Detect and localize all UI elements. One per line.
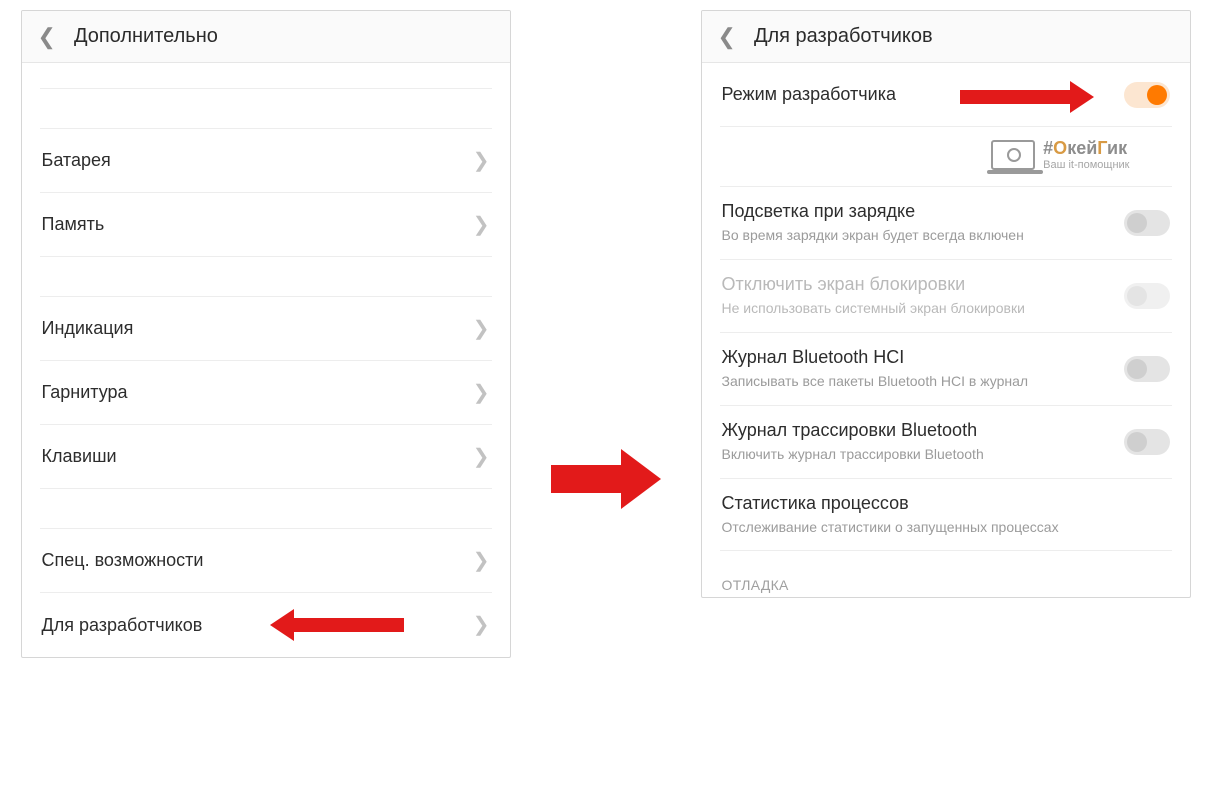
- chevron-right-icon: ❯: [473, 383, 490, 403]
- section-gap: [40, 257, 492, 297]
- row-battery[interactable]: Батарея ❯: [40, 129, 492, 193]
- section-gap: [40, 489, 492, 529]
- row-label: Спец. возможности: [42, 550, 459, 571]
- page-title: Для разработчиков: [754, 25, 933, 48]
- chevron-right-icon: ❯: [473, 319, 490, 339]
- row-charging-backlight[interactable]: Подсветка при зарядке Во время зарядки э…: [720, 187, 1172, 260]
- annotation-arrow-right-icon: [960, 81, 1094, 113]
- back-icon[interactable]: ❮: [38, 26, 56, 48]
- chevron-right-icon: ❯: [473, 215, 490, 235]
- header: ❮ Для разработчиков: [702, 11, 1190, 63]
- row-subtitle: Включить журнал трассировки Bluetooth: [722, 445, 1110, 464]
- row-label: Подсветка при зарядке: [722, 201, 1110, 222]
- back-icon[interactable]: ❮: [718, 26, 736, 48]
- settings-advanced-screen: ❮ Дополнительно Батарея ❯ Память ❯ Индик…: [21, 10, 511, 658]
- row-label: Статистика процессов: [722, 493, 1156, 514]
- row-subtitle: Не использовать системный экран блокиров…: [722, 299, 1110, 318]
- section-gap: [40, 89, 492, 129]
- annotation-arrow-center-icon: [551, 449, 661, 509]
- row-bluetooth-hci-log[interactable]: Журнал Bluetooth HCI Записывать все паке…: [720, 333, 1172, 406]
- row-disable-lockscreen: Отключить экран блокировки Не использова…: [720, 260, 1172, 333]
- section-header-debug: ОТЛАДКА: [720, 551, 1172, 597]
- row-bluetooth-trace-log[interactable]: Журнал трассировки Bluetooth Включить жу…: [720, 406, 1172, 479]
- chevron-right-icon: ❯: [473, 615, 490, 635]
- row-label: Журнал Bluetooth HCI: [722, 347, 1110, 368]
- row-subtitle: Записывать все пакеты Bluetooth HCI в жу…: [722, 372, 1110, 391]
- toggle-switch[interactable]: [1124, 429, 1170, 455]
- row-subtitle: Отслеживание статистики о запущенных про…: [722, 518, 1156, 537]
- row-label: Гарнитура: [42, 382, 459, 403]
- row-memory[interactable]: Память ❯: [40, 193, 492, 257]
- row-label: Отключить экран блокировки: [722, 274, 1110, 295]
- row-keys[interactable]: Клавиши ❯: [40, 425, 492, 489]
- row-label: Индикация: [42, 318, 459, 339]
- row-label: Журнал трассировки Bluetooth: [722, 420, 1110, 441]
- row-indication[interactable]: Индикация ❯: [40, 297, 492, 361]
- annotation-arrow-left-icon: [270, 609, 404, 641]
- row-headset[interactable]: Гарнитура ❯: [40, 361, 492, 425]
- toggle-switch[interactable]: [1124, 356, 1170, 382]
- row-process-stats[interactable]: Статистика процессов Отслеживание статис…: [720, 479, 1172, 552]
- toggle-switch: [1124, 283, 1170, 309]
- row-label: Клавиши: [42, 446, 459, 467]
- chevron-right-icon: ❯: [473, 447, 490, 467]
- list-cutoff: [40, 63, 492, 89]
- toggle-switch[interactable]: [1124, 210, 1170, 236]
- row-developer-options[interactable]: Для разработчиков ❯: [40, 593, 492, 657]
- header: ❮ Дополнительно: [22, 11, 510, 63]
- row-label: Память: [42, 214, 459, 235]
- chevron-right-icon: ❯: [473, 151, 490, 171]
- row-developer-mode[interactable]: Режим разработчика: [720, 63, 1172, 127]
- toggle-switch[interactable]: [1124, 82, 1170, 108]
- page-title: Дополнительно: [74, 25, 218, 48]
- developer-options-screen: ❮ Для разработчиков #ОкейГик Ваш it-помо…: [701, 10, 1191, 598]
- row-accessibility[interactable]: Спец. возможности ❯: [40, 529, 492, 593]
- row-label: Батарея: [42, 150, 459, 171]
- watermark-gap: [720, 127, 1172, 187]
- row-subtitle: Во время зарядки экран будет всегда вклю…: [722, 226, 1110, 245]
- chevron-right-icon: ❯: [473, 551, 490, 571]
